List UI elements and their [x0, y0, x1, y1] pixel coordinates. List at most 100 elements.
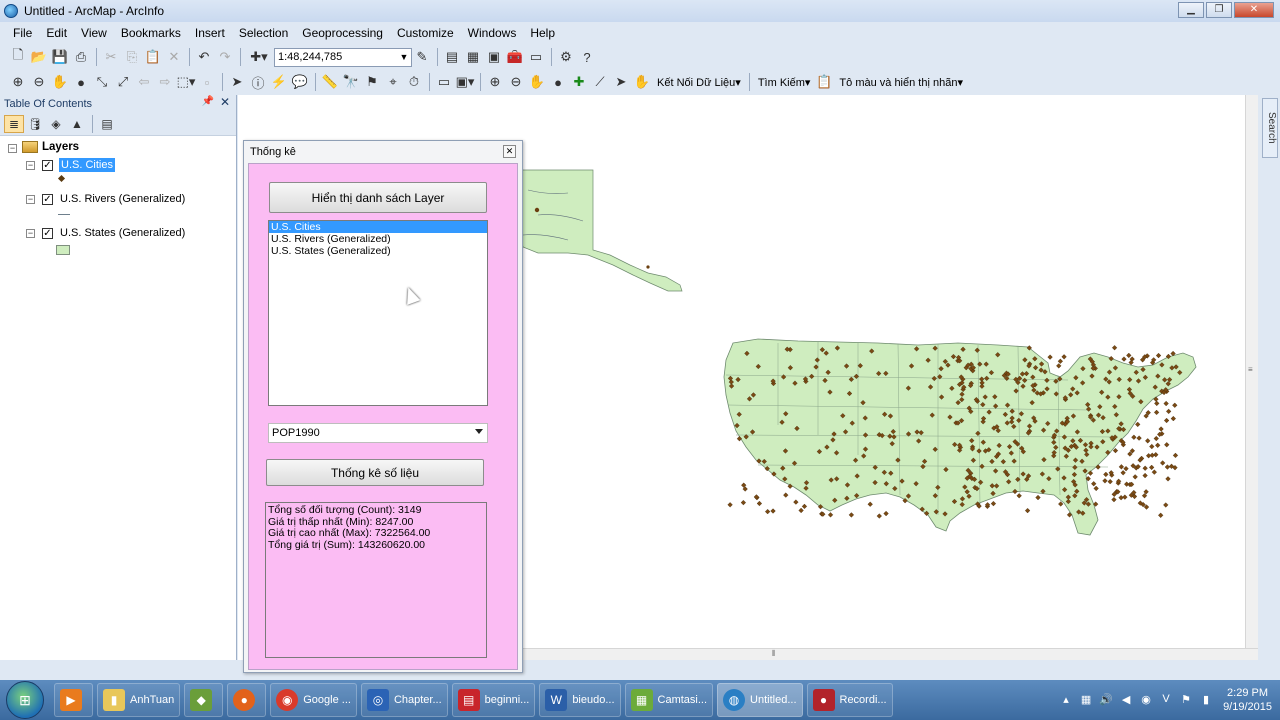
to-mau-menu[interactable]: Tô màu và hiển thị nhãn▾: [835, 76, 967, 89]
layer-name-us-cities[interactable]: U.S. Cities: [59, 158, 115, 172]
flag-icon[interactable]: ⚑: [1179, 693, 1193, 707]
tim-kiem-menu[interactable]: Tìm Kiếm▾: [754, 76, 815, 89]
taskbar-item-recording[interactable]: ● Recordi...: [806, 683, 893, 717]
paste-icon[interactable]: 📋: [143, 47, 163, 67]
forward-arrow-icon[interactable]: ⇨: [155, 72, 175, 92]
statistics-button[interactable]: Thống kê số liệu: [266, 459, 484, 486]
menu-insert[interactable]: Insert: [188, 26, 232, 40]
zoom-out-icon[interactable]: ⊖: [29, 72, 49, 92]
menu-customize[interactable]: Customize: [390, 26, 461, 40]
volume-icon[interactable]: 🔊: [1099, 693, 1113, 707]
clipboard-icon[interactable]: 📋: [814, 72, 834, 92]
map-vertical-scrollbar[interactable]: ≡: [1245, 95, 1258, 660]
print-icon[interactable]: ⎙: [71, 47, 91, 67]
arctoolbox-icon[interactable]: 🧰: [505, 47, 525, 67]
field-select[interactable]: POP1990: [268, 423, 488, 443]
collapse-icon[interactable]: −: [26, 161, 35, 170]
python-window-icon[interactable]: ▭: [526, 47, 546, 67]
speaker-icon[interactable]: ◀: [1119, 693, 1133, 707]
menu-file[interactable]: File: [6, 26, 39, 40]
menu-bookmarks[interactable]: Bookmarks: [114, 26, 188, 40]
redo-icon[interactable]: ↷: [215, 47, 235, 67]
pin-icon[interactable]: 📌: [202, 96, 214, 107]
taskbar-item-bieudo[interactable]: Wbieudo...: [539, 683, 621, 717]
show-layer-list-button[interactable]: Hiển thị danh sách Layer: [269, 182, 487, 213]
minimize-button[interactable]: ▁: [1178, 2, 1204, 18]
system-clock[interactable]: 2:29 PM 9/19/2015: [1223, 686, 1272, 714]
taskbar-item-camtasia[interactable]: ▦ Camtasi...: [624, 683, 714, 717]
editor-toolbar-icon[interactable]: ✎: [412, 47, 432, 67]
whats-this-help-icon[interactable]: ?: [577, 47, 597, 67]
layer-visibility-checkbox[interactable]: ✓: [42, 228, 53, 239]
menu-selection[interactable]: Selection: [232, 26, 295, 40]
menu-edit[interactable]: Edit: [39, 26, 74, 40]
copy-icon[interactable]: ⎘: [122, 47, 142, 67]
fixed-zoom-out-icon[interactable]: ⤢: [113, 72, 133, 92]
list-by-selection-icon[interactable]: ▲: [67, 115, 87, 133]
time-slider-icon[interactable]: ⏱: [404, 72, 424, 92]
layer-name-us-states[interactable]: U.S. States (Generalized): [60, 227, 185, 239]
taskbar-item-google[interactable]: ◉ Google ...: [270, 683, 357, 717]
collapse-icon[interactable]: −: [8, 144, 17, 153]
find-binoculars-icon[interactable]: 🔭: [341, 72, 361, 92]
layer-visibility-checkbox[interactable]: ✓: [42, 194, 53, 205]
select-features-icon[interactable]: ⬚▾: [176, 72, 196, 92]
identify-icon[interactable]: ⓘ: [248, 72, 268, 92]
custom-pan-icon[interactable]: ✋: [527, 72, 547, 92]
custom-select-icon[interactable]: ➤: [611, 72, 631, 92]
close-button[interactable]: ✕: [1234, 2, 1274, 18]
undo-icon[interactable]: ↶: [194, 47, 214, 67]
zoom-in-icon[interactable]: ⊕: [8, 72, 28, 92]
new-document-icon[interactable]: 🗋: [8, 47, 28, 67]
collapse-icon[interactable]: −: [26, 229, 35, 238]
search-side-tab[interactable]: Search: [1262, 98, 1278, 158]
find-route-icon[interactable]: ⚑: [362, 72, 382, 92]
cut-icon[interactable]: ✂: [101, 47, 121, 67]
list-item[interactable]: U.S. Cities: [269, 221, 487, 233]
vietkey-icon[interactable]: V: [1159, 693, 1173, 707]
go-to-xy-icon[interactable]: ⌖: [383, 72, 403, 92]
map-horizontal-scrollbar[interactable]: ⦀: [520, 648, 1258, 660]
menu-windows[interactable]: Windows: [461, 26, 524, 40]
list-by-source-icon[interactable]: 🛢: [25, 115, 45, 133]
toc-options-icon[interactable]: ▤: [97, 115, 117, 133]
scroll-grip-icon[interactable]: ⦀: [772, 649, 776, 659]
layer-listbox[interactable]: U.S. Cities U.S. Rivers (Generalized) U.…: [268, 220, 488, 406]
ket-noi-du-lieu-menu[interactable]: Kết Nối Dữ Liệu▾: [653, 76, 745, 89]
layer-name-us-rivers[interactable]: U.S. Rivers (Generalized): [60, 193, 185, 205]
start-button[interactable]: ⊞: [6, 681, 44, 719]
table-of-contents-icon[interactable]: ▤: [442, 47, 462, 67]
dialog-close-icon[interactable]: ✕: [503, 145, 516, 158]
html-popup-icon[interactable]: 💬: [290, 72, 310, 92]
clear-selection-icon[interactable]: ▫: [197, 72, 217, 92]
layers-root-label[interactable]: Layers: [42, 141, 79, 153]
collapse-icon[interactable]: −: [26, 195, 35, 204]
search-window-icon[interactable]: ▣: [484, 47, 504, 67]
measure-icon[interactable]: 📏: [320, 72, 340, 92]
draw-line-icon[interactable]: ⟋: [590, 72, 610, 92]
save-icon[interactable]: 💾: [50, 47, 70, 67]
signal-icon[interactable]: ▮: [1199, 693, 1213, 707]
map-scale-combo[interactable]: 1:48,244,785 ▼: [274, 47, 412, 67]
add-layer-plus-icon[interactable]: ✚: [569, 72, 589, 92]
taskbar-item-anhtuan[interactable]: ▮ AnhTuan: [97, 683, 181, 717]
custom-zoom-in-icon[interactable]: ⊕: [485, 72, 505, 92]
menu-view[interactable]: View: [74, 26, 114, 40]
catalog-window-icon[interactable]: ▦: [463, 47, 483, 67]
taskbar-item-untitled-arcmap[interactable]: ◍ Untitled...: [717, 683, 803, 717]
model-builder-icon[interactable]: ⚙: [556, 47, 576, 67]
hyperlink-icon[interactable]: ⚡: [269, 72, 289, 92]
tray-arrow-icon[interactable]: ▴: [1059, 693, 1073, 707]
taskbar-media-player[interactable]: ▶: [54, 683, 93, 717]
taskbar-firefox[interactable]: ●: [227, 683, 267, 717]
maximize-button[interactable]: ❐: [1206, 2, 1232, 18]
list-by-visibility-icon[interactable]: ◈: [46, 115, 66, 133]
pan-hand-icon[interactable]: ✋: [50, 72, 70, 92]
list-by-drawing-order-icon[interactable]: ≣: [4, 114, 24, 133]
delete-icon[interactable]: ✕: [164, 47, 184, 67]
open-folder-icon[interactable]: 📂: [29, 47, 49, 67]
network-icon[interactable]: ▦: [1079, 693, 1093, 707]
layer-visibility-checkbox[interactable]: ✓: [42, 160, 53, 171]
close-icon[interactable]: ✕: [220, 95, 230, 109]
custom-full-extent-icon[interactable]: ●: [548, 72, 568, 92]
